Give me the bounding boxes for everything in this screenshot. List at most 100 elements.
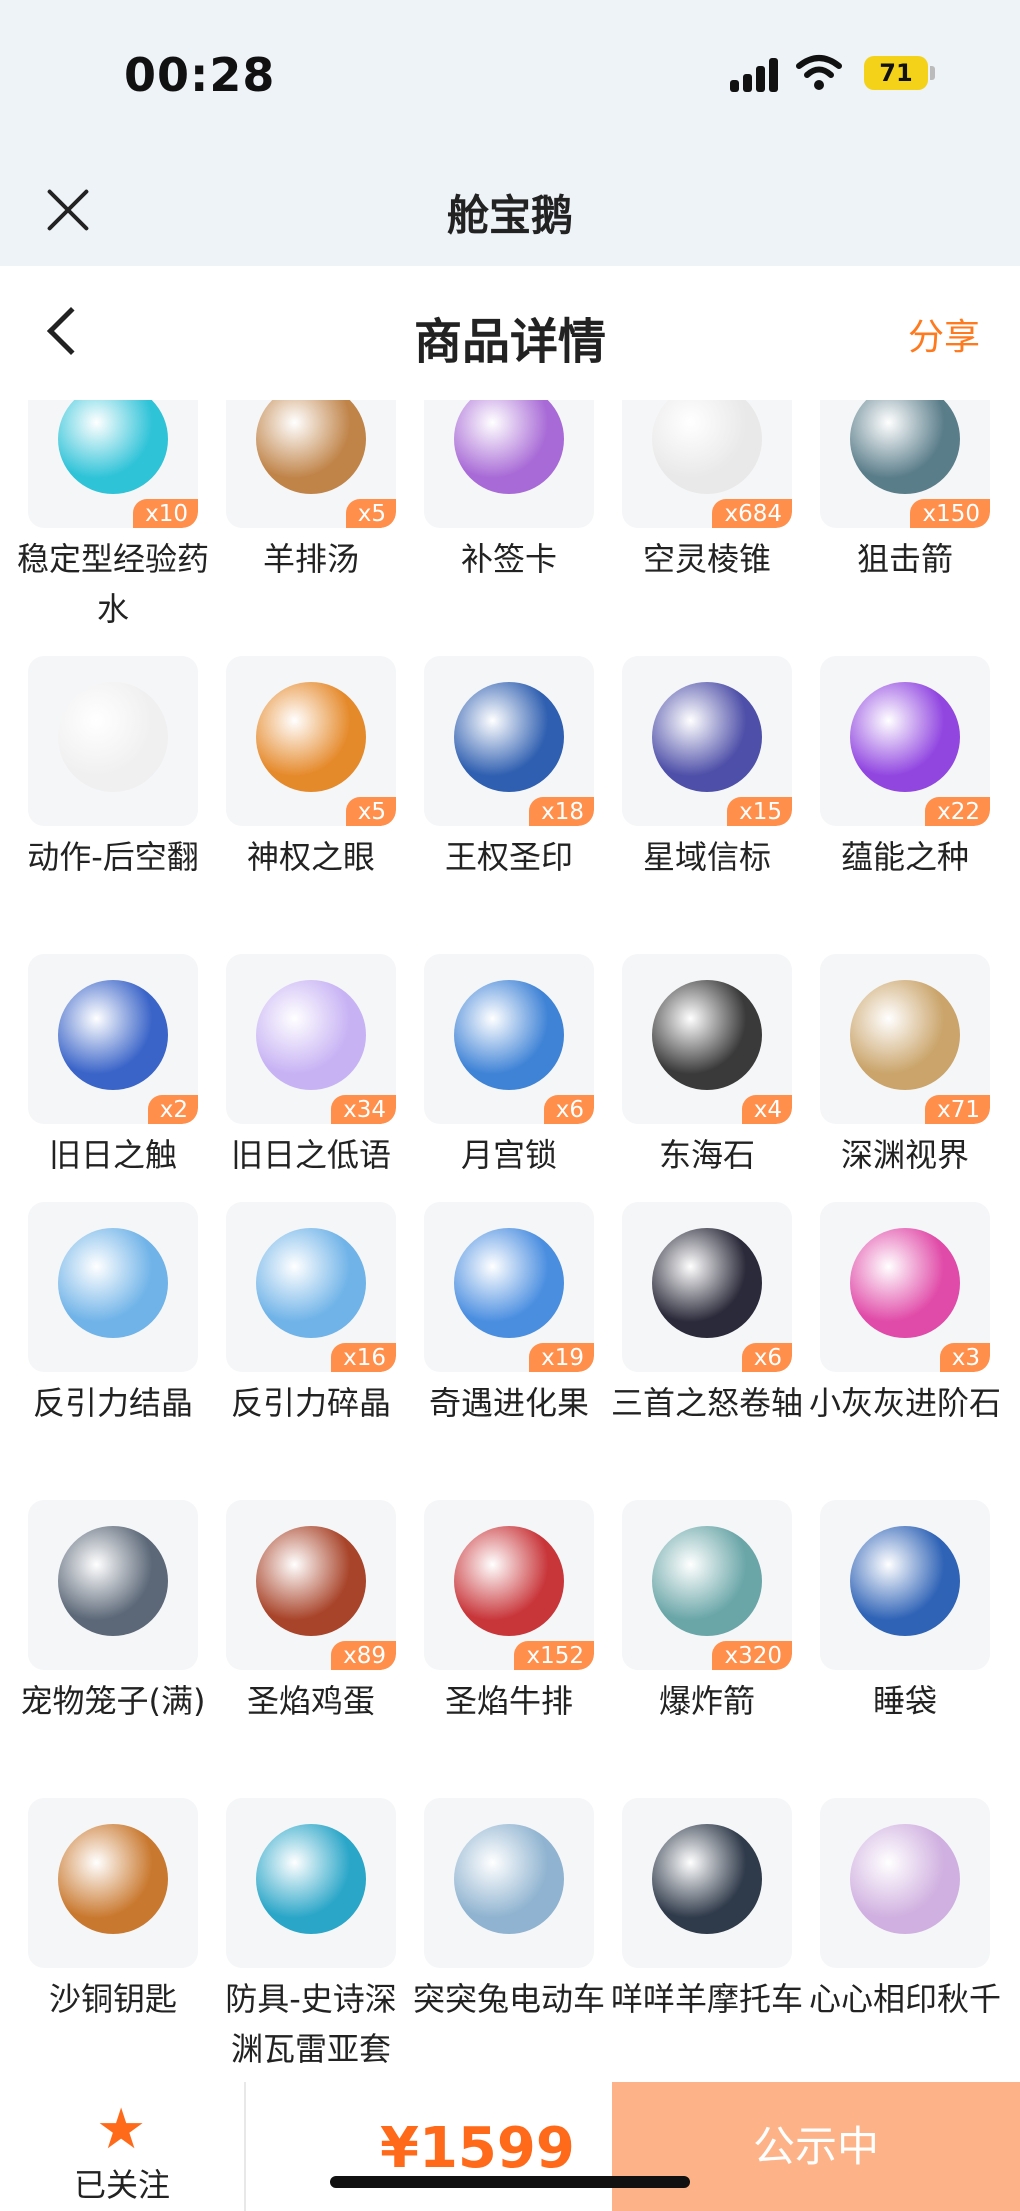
follow-button[interactable]: ★ 已关注 [0,2082,244,2211]
app-top-bar: 00:28 71 舱宝鹅 [0,0,1020,266]
item-name: 心心相印秋千 [808,1980,1001,2018]
item-image-icon [58,1228,168,1338]
item-thumbnail [226,1798,396,1968]
item-image-icon [454,682,564,792]
item-name: 旧日之低语 [230,1136,391,1174]
item-image-icon [652,400,762,494]
item-thumbnail [622,1798,792,1968]
item-thumbnail: x150 [820,400,990,528]
item-name: 动作-后空翻 [27,838,199,876]
item-quantity-badge: x6 [741,1343,792,1372]
item-name: 反引力结晶 [32,1384,193,1422]
item-thumbnail: x89 [226,1500,396,1670]
item-image-icon [58,980,168,1090]
item-image-icon [652,1228,762,1338]
item-name: 神权之眼 [246,838,375,876]
item-name: 小灰灰进阶石 [808,1384,1001,1422]
item-image-icon [850,1228,960,1338]
page-title: 商品详情 [413,314,606,370]
item-image-icon [256,1228,366,1338]
item-name: 旧日之触 [48,1136,177,1174]
item-name: 奇遇进化果 [428,1384,589,1422]
item-thumbnail: x5 [226,656,396,826]
item-name: 蕴能之种 [840,838,969,876]
item-quantity-badge: x10 [133,499,198,528]
item-thumbnail [28,1500,198,1670]
item-image-icon [454,980,564,1090]
item-image-icon [652,682,762,792]
item-grid[interactable]: x10 稳定型经验药水 x5 羊排汤 补签卡 x684 空灵棱锥 x150 狙击箭 动作-后空翻 x… [0,400,1020,2082]
item-image-icon [58,400,168,494]
item-image-icon [454,1824,564,1934]
item-thumbnail: x152 [424,1500,594,1670]
cellular-signal-icon [730,56,782,92]
item-quantity-badge: x22 [925,797,990,826]
item-thumbnail: x4 [622,954,792,1124]
item-image-icon [850,1526,960,1636]
item-quantity-badge: x15 [727,797,792,826]
item-quantity-badge: x71 [925,1095,990,1124]
item-image-icon [850,682,960,792]
item-thumbnail: x71 [820,954,990,1124]
item-image-icon [454,1228,564,1338]
item-quantity-badge: x3 [939,1343,990,1372]
item-image-icon [58,1824,168,1934]
item-name: 防具-史诗深渊瓦雷亚套 [225,1980,397,2068]
item-name: 圣焰鸡蛋 [246,1682,375,1720]
item-image-icon [652,1824,762,1934]
item-thumbnail [424,1798,594,1968]
item-name: 稳定型经验药水 [16,540,209,628]
item-name: 睡袋 [872,1682,937,1720]
star-icon: ★ [96,2097,147,2162]
follow-label: 已关注 [73,2166,170,2204]
battery-nub [930,66,935,80]
item-name: 羊排汤 [262,540,359,578]
item-name: 突突兔电动车 [412,1980,605,2018]
item-name: 月宫锁 [460,1136,557,1174]
item-thumbnail: x320 [622,1500,792,1670]
item-thumbnail: x2 [28,954,198,1124]
item-name: 狙击箭 [856,540,953,578]
item-image-icon [652,1526,762,1636]
item-name: 圣焰牛排 [444,1682,573,1720]
wifi-icon [796,55,842,90]
item-thumbnail: x3 [820,1202,990,1372]
item-name: 补签卡 [460,540,557,578]
item-quantity-badge: x6 [543,1095,594,1124]
battery-indicator: 71 [864,56,928,90]
item-image-icon [256,1526,366,1636]
item-quantity-badge: x34 [331,1095,396,1124]
price: ¥1599 [380,2116,575,2181]
item-image-icon [850,400,960,494]
item-image-icon [850,1824,960,1934]
item-image-icon [256,682,366,792]
item-name: 星域信标 [642,838,771,876]
item-quantity-badge: x2 [147,1095,198,1124]
item-name: 深渊视界 [840,1136,969,1174]
item-thumbnail [424,400,594,528]
item-thumbnail: x18 [424,656,594,826]
home-indicator[interactable] [330,2176,690,2188]
share-button[interactable]: 分享 [908,308,980,360]
status-button[interactable]: 公示中 [612,2082,1020,2211]
item-image-icon [850,980,960,1090]
item-thumbnail [820,1500,990,1670]
item-quantity-badge: x89 [331,1641,396,1670]
item-thumbnail [28,656,198,826]
item-thumbnail: x19 [424,1202,594,1372]
item-image-icon [454,1526,564,1636]
item-thumbnail: x6 [424,954,594,1124]
item-name: 东海石 [658,1136,755,1174]
item-quantity-badge: x5 [345,797,396,826]
item-image-icon [256,980,366,1090]
item-quantity-badge: x684 [712,499,792,528]
item-quantity-badge: x19 [529,1343,594,1372]
item-quantity-badge: x18 [529,797,594,826]
item-name: 王权圣印 [444,838,573,876]
item-image-icon [256,400,366,494]
item-thumbnail: x684 [622,400,792,528]
item-quantity-badge: x152 [514,1641,594,1670]
item-quantity-badge: x320 [712,1641,792,1670]
item-image-icon [58,1526,168,1636]
item-thumbnail: x22 [820,656,990,826]
